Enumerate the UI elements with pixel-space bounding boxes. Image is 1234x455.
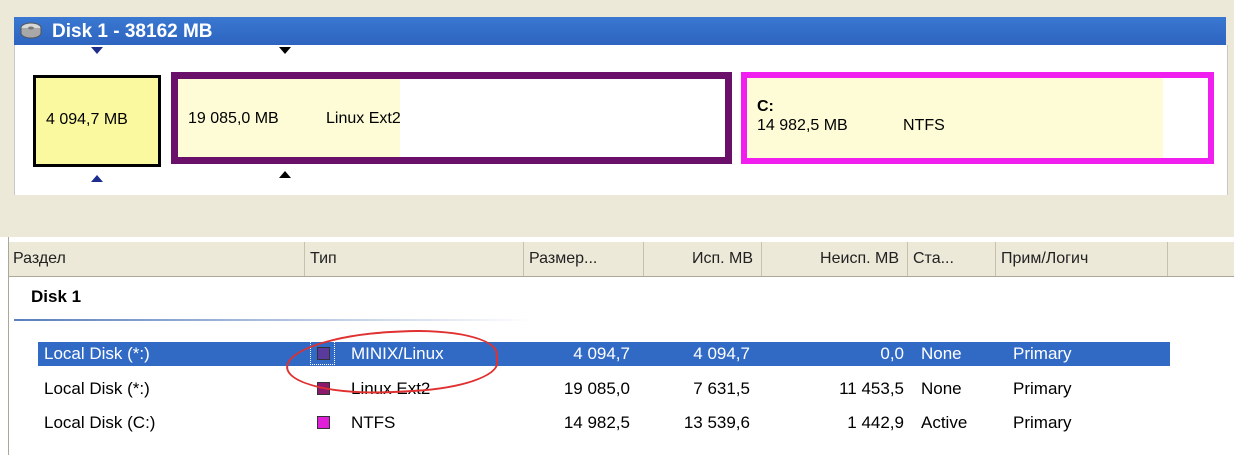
- column-header-size[interactable]: Размер...: [524, 242, 644, 276]
- partition-name: Local Disk (*:): [44, 344, 150, 363]
- resize-handle-top-icon[interactable]: [279, 47, 291, 54]
- partition-map: 4 094,7 MB 19 085,0 MB Linux Ext2 C: 14 …: [14, 45, 1228, 195]
- unused-mb: 1 442,9: [847, 413, 904, 432]
- primary-logical: Primary: [1013, 379, 1072, 398]
- unused-mb: 0,0: [880, 344, 904, 363]
- used-mb: 4 094,7: [693, 344, 750, 363]
- resize-handle-bottom-icon[interactable]: [279, 171, 291, 178]
- primary-logical: Primary: [1013, 344, 1072, 363]
- partition-size-label: 19 085,0 MB: [188, 110, 279, 127]
- group-header-disk: Disk 1: [31, 287, 82, 306]
- used-mb: 7 631,5: [693, 379, 750, 398]
- resize-handle-bottom-icon[interactable]: [91, 175, 103, 182]
- status: None: [921, 379, 962, 398]
- table-row[interactable]: Local Disk (C:) NTFS 14 982,5 13 539,6 1…: [38, 411, 1170, 435]
- disk-title: Disk 1 - 38162 MB: [52, 21, 213, 42]
- partition-size-label: 14 982,5 MB: [757, 117, 848, 134]
- partition-size: 14 982,5: [563, 413, 630, 432]
- partition-name: Local Disk (*:): [44, 379, 150, 398]
- partition-block-2[interactable]: 19 085,0 MB Linux Ext2: [171, 72, 732, 164]
- column-header-status[interactable]: Ста...: [908, 242, 996, 276]
- status: Active: [921, 413, 968, 432]
- status: None: [921, 344, 962, 363]
- table-row[interactable]: Local Disk (*:) MINIX/Linux 4 094,7 4 09…: [38, 341, 1170, 366]
- column-header-partition[interactable]: Раздел: [8, 242, 305, 276]
- partition-name: Local Disk (C:): [44, 413, 156, 432]
- group-divider: [14, 319, 534, 321]
- list-left-border: [8, 237, 9, 455]
- primary-logical: Primary: [1013, 413, 1072, 432]
- column-header-unused[interactable]: Неисп. MB: [762, 242, 908, 276]
- column-header-primary-logical[interactable]: Прим/Логич: [996, 242, 1168, 276]
- partition-color-icon: [317, 416, 330, 429]
- column-header-used[interactable]: Исп. MB: [644, 242, 762, 276]
- partition-size: 19 085,0: [563, 379, 630, 398]
- drive-letter-label: C:: [757, 98, 774, 115]
- partition-fs-label: Linux Ext2: [326, 110, 401, 127]
- partition-size-label: 4 094,7 MB: [46, 111, 128, 128]
- partition-size: 4 094,7: [573, 344, 630, 363]
- table-row[interactable]: Local Disk (*:) Linux Ext2 19 085,0 7 63…: [38, 377, 1170, 401]
- partition-list: Раздел Тип Размер... Исп. MB Неисп. MB С…: [0, 237, 1234, 455]
- hard-disk-icon: [20, 22, 42, 39]
- partition-block-3[interactable]: C: 14 982,5 MB NTFS: [741, 72, 1214, 164]
- unused-mb: 11 453,5: [839, 379, 904, 398]
- disk-map-panel: Disk 1 - 38162 MB 4 094,7 MB 19 085,0 MB…: [0, 0, 1234, 237]
- disk-header[interactable]: Disk 1 - 38162 MB: [14, 17, 1226, 45]
- used-mb: 13 539,6: [683, 413, 750, 432]
- column-header-bar: Раздел Тип Размер... Исп. MB Неисп. MB С…: [8, 242, 1234, 277]
- partition-fs-label: NTFS: [903, 117, 945, 134]
- column-header-type[interactable]: Тип: [305, 242, 524, 276]
- resize-handle-top-icon[interactable]: [91, 47, 103, 54]
- partition-type: NTFS: [351, 413, 396, 432]
- partition-block-1[interactable]: 4 094,7 MB: [33, 75, 161, 167]
